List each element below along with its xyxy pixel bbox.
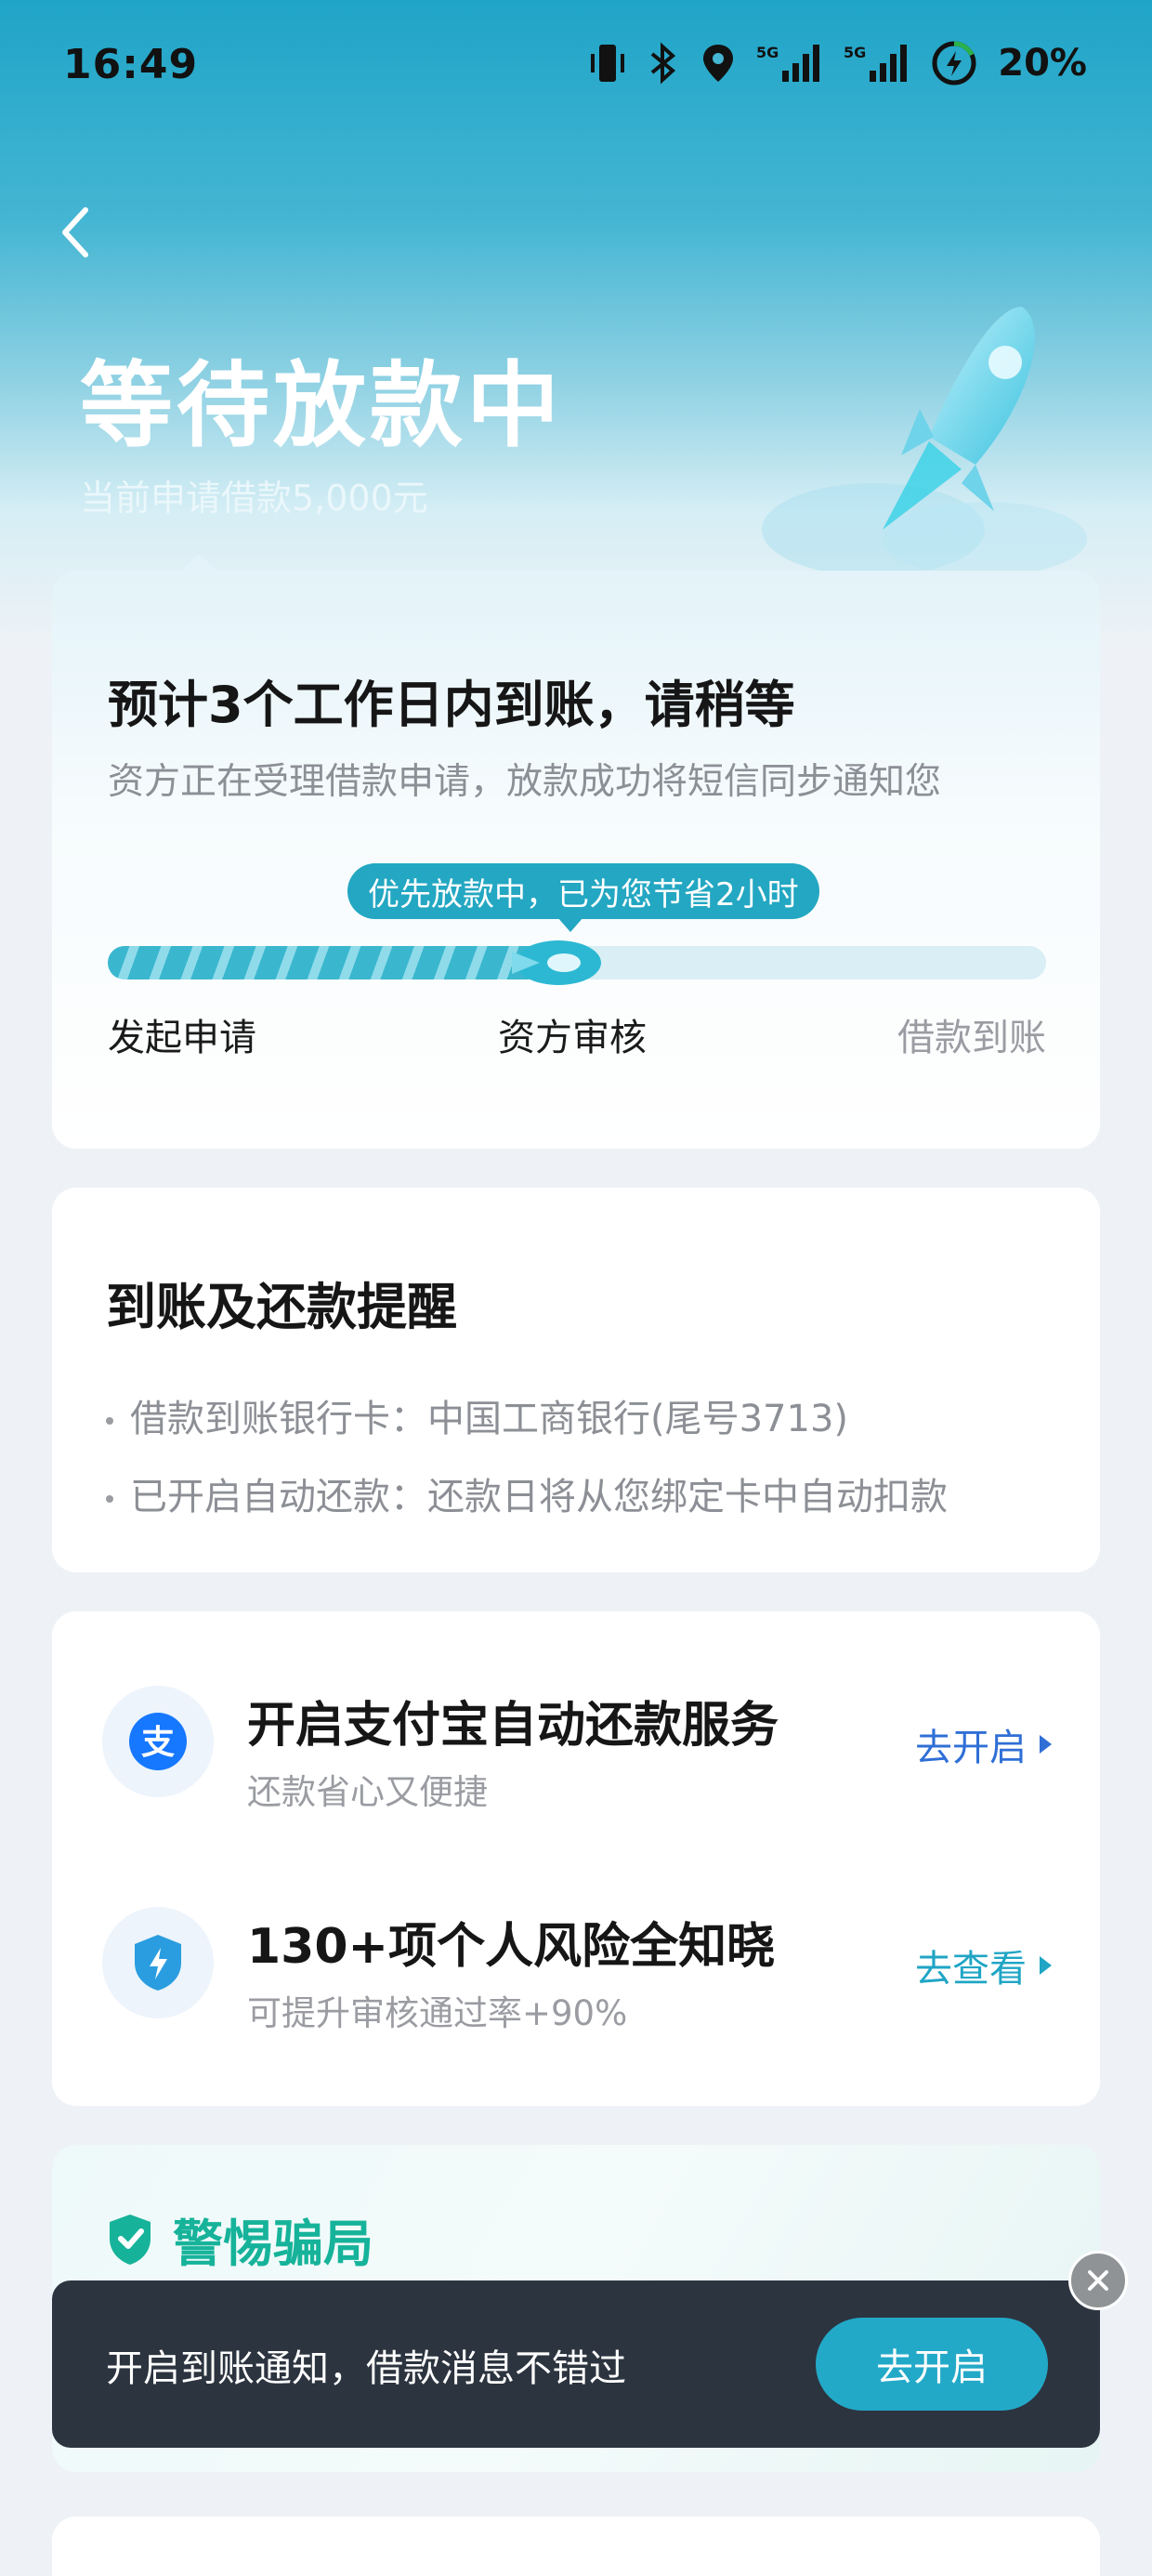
loan-amount-subtitle: 当前申请借款5,000元 (80, 478, 428, 519)
reminder-card: 到账及还款提醒 借款到账银行卡：中国工商银行(尾号3713) 已开启自动还款：还… (52, 1188, 1100, 1572)
back-button[interactable] (46, 195, 102, 269)
reminder-auto-repay: 已开启自动还款：还款日将从您绑定卡中自动扣款 (106, 1466, 948, 1520)
chevron-left-icon (62, 207, 88, 257)
signal-5g-icon: 5G (756, 41, 823, 85)
status-description: 资方正在受理借款申请，放款成功将短信同步通知您 (108, 761, 942, 803)
battery-percent: 20% (998, 42, 1087, 85)
svg-text:5G: 5G (844, 44, 866, 61)
signal-5g-icon: 5G (844, 41, 910, 85)
progress-track (108, 940, 1046, 985)
reminder-bank-text: 借款到账银行卡：中国工商银行(尾号3713) (130, 1398, 849, 1440)
svg-text:5G: 5G (756, 44, 779, 61)
toast-close-button[interactable] (1068, 2251, 1128, 2310)
bullet-dot (106, 1495, 113, 1503)
bluetooth-icon (647, 41, 680, 85)
svg-text:支: 支 (141, 1724, 175, 1762)
notification-toast: 开启到账通知，借款消息不错过 去开启 (52, 2280, 1100, 2448)
alipay-icon: 支 (102, 1686, 214, 1797)
fraud-warning-text: 警惕骗局 (173, 2215, 373, 2273)
service-alipay-subtitle: 还款省心又便捷 (247, 1772, 488, 1812)
service-alipay-row[interactable]: 支 开启支付宝自动还款服务 还款省心又便捷 去开启 (52, 1686, 1100, 1812)
progress-tip-badge: 优先放款中，已为您节省2小时 (347, 863, 819, 932)
status-bar: 16:49 5G 5G 20% (0, 0, 1152, 139)
shield-check-icon (110, 2214, 151, 2265)
status-time: 16:49 (63, 41, 199, 88)
rocket-illustration (743, 288, 1096, 585)
battery-charging-icon (931, 40, 977, 86)
reminder-auto-repay-text: 已开启自动还款：还款日将从您绑定卡中自动扣款 (130, 1476, 948, 1518)
page-title: 等待放款中 (80, 351, 563, 460)
enable-notification-button[interactable]: 去开启 (816, 2318, 1048, 2411)
enable-alipay-button[interactable]: 去开启 (915, 1717, 1052, 1771)
view-risk-button[interactable]: 去查看 (915, 1939, 1052, 1992)
bullet-dot (106, 1417, 113, 1425)
shield-bolt-icon (102, 1907, 214, 2018)
view-risk-label: 去查看 (915, 1948, 1027, 1991)
step-received: 借款到账 (897, 1017, 1046, 1059)
services-card: 支 开启支付宝自动还款服务 还款省心又便捷 去开启 130+项个人风险全知晓 可… (52, 1611, 1100, 2106)
service-alipay-title: 开启支付宝自动还款服务 (247, 1698, 779, 1754)
status-title: 预计3个工作日内到账，请稍等 (108, 676, 795, 734)
fraud-warning-title: 警惕骗局 (106, 2202, 373, 2276)
step-apply: 发起申请 (108, 1017, 256, 1059)
enable-alipay-label: 去开启 (915, 1727, 1027, 1769)
service-risk-title: 130+项个人风险全知晓 (247, 1919, 776, 1975)
reminder-bank-card: 借款到账银行卡：中国工商银行(尾号3713) (106, 1388, 848, 1442)
toast-message: 开启到账通知，借款消息不错过 (106, 2347, 626, 2390)
close-icon (1088, 2270, 1108, 2291)
service-risk-subtitle: 可提升审核通过率+90% (247, 1993, 628, 2033)
vibrate-icon (589, 41, 626, 85)
arrow-right-icon (1040, 1735, 1052, 1754)
service-risk-row[interactable]: 130+项个人风险全知晓 可提升审核通过率+90% 去查看 (52, 1907, 1100, 2033)
reminder-title: 到账及还款提醒 (106, 1278, 457, 1336)
status-icons: 5G 5G 20% (589, 37, 1087, 89)
rocket-progress-icon (503, 933, 605, 992)
arrow-right-icon (1040, 1956, 1052, 1975)
step-review: 资方审核 (498, 1017, 647, 1059)
loan-status-card: 预计3个工作日内到账，请稍等 资方正在受理借款申请，放款成功将短信同步通知您 优… (52, 554, 1100, 1149)
location-icon (700, 41, 736, 85)
bottom-card (52, 2517, 1100, 2576)
